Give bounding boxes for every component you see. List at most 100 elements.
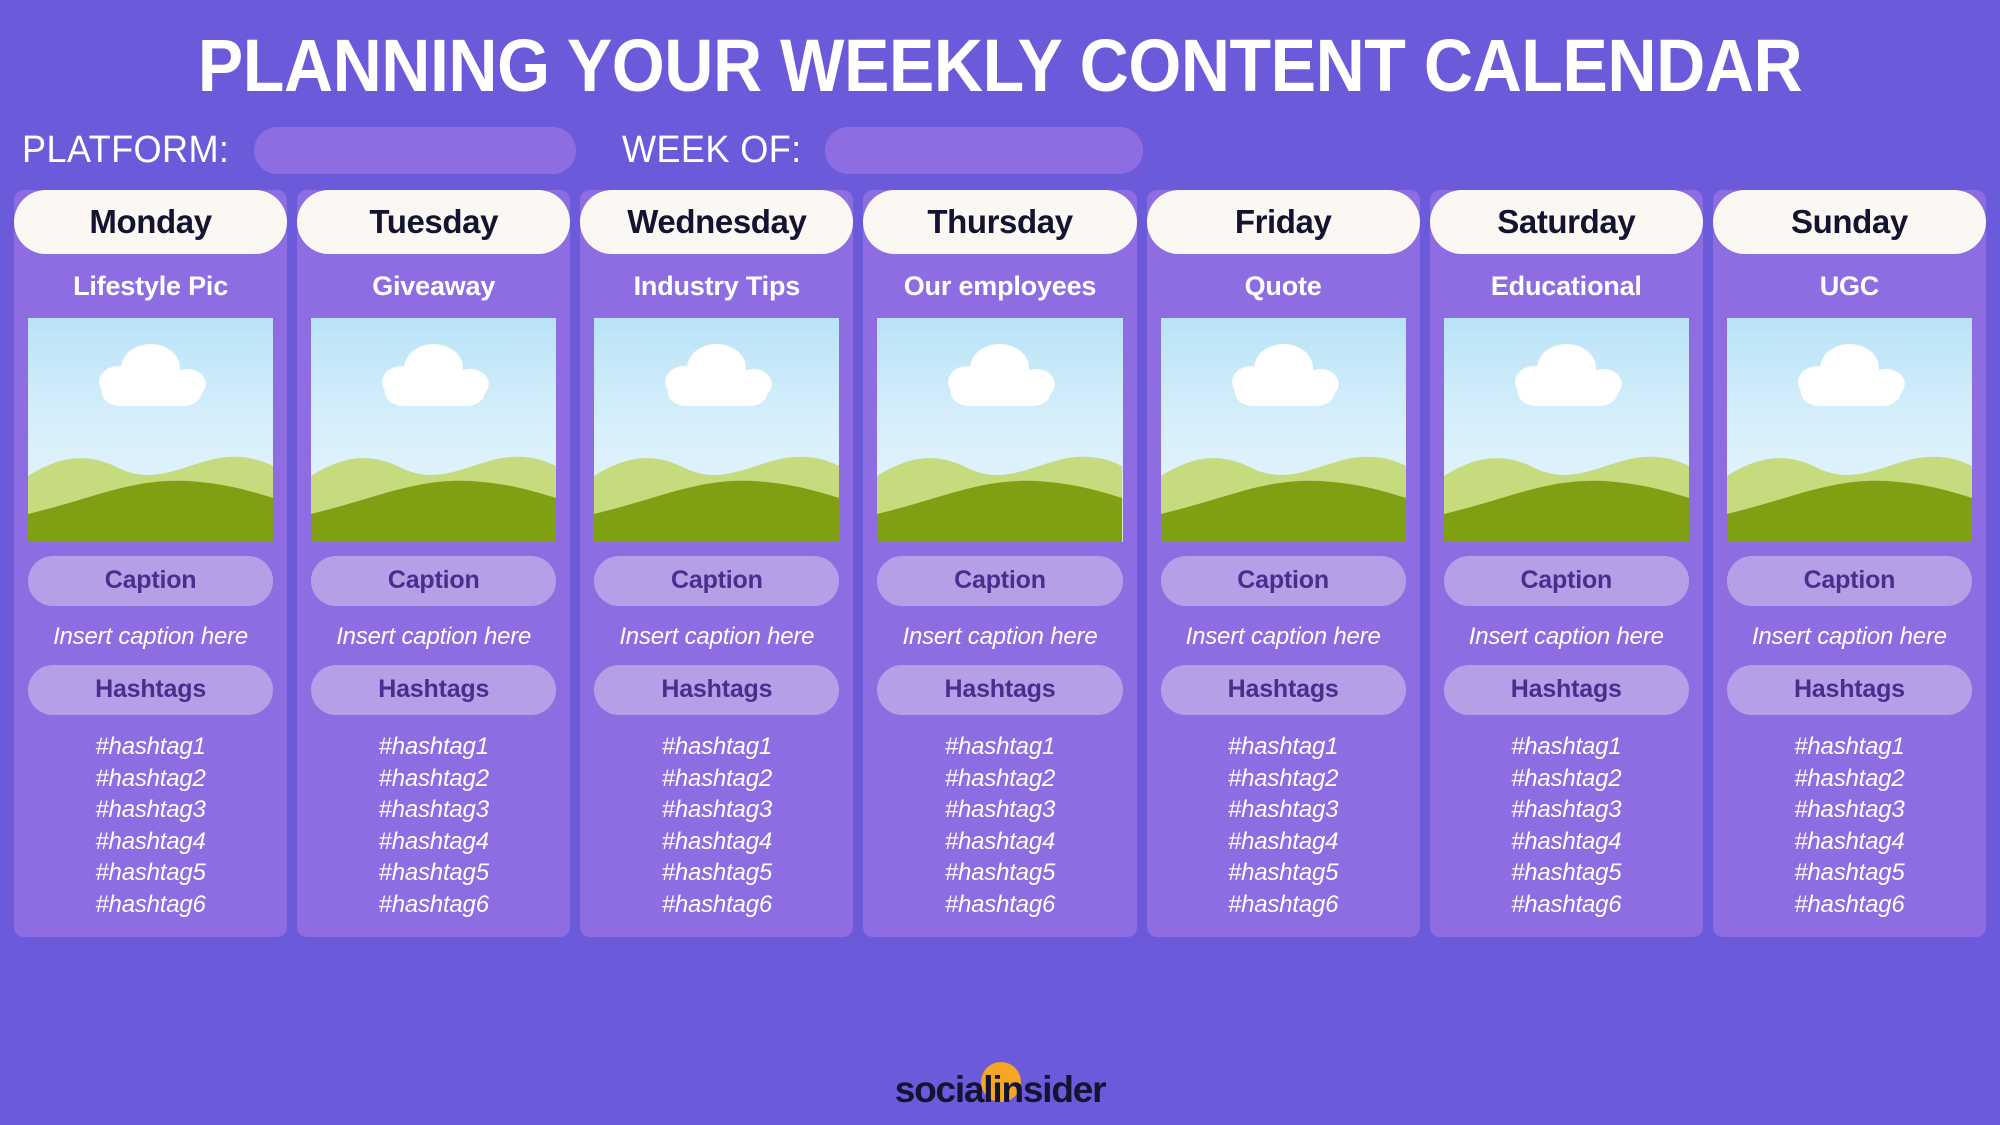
hashtag-item[interactable]: #hashtag2 — [662, 765, 773, 793]
hashtag-item[interactable]: #hashtag2 — [95, 765, 206, 793]
day-card: Sunday UGC Caption Insert caption here Hash… — [1712, 189, 1986, 937]
hashtag-item[interactable]: #hashtag6 — [379, 891, 490, 919]
hashtag-item[interactable]: #hashtag5 — [379, 859, 490, 887]
day-column-sunday: Sunday UGC Caption Insert caption here Hash… — [1712, 189, 1986, 937]
caption-input[interactable]: Insert caption here — [1752, 623, 1947, 651]
day-column-thursday: Thursday Our employees Caption Insert capt… — [863, 189, 1137, 937]
hashtag-item[interactable]: #hashtag5 — [945, 859, 1056, 887]
platform-input[interactable] — [254, 126, 577, 174]
hashtag-item[interactable]: #hashtag1 — [1794, 733, 1905, 761]
caption-pill[interactable]: Caption — [1443, 555, 1689, 606]
caption-input[interactable]: Insert caption here — [1186, 623, 1381, 651]
caption-pill[interactable]: Caption — [877, 555, 1123, 606]
content-type-label[interactable]: Industry Tips — [634, 271, 801, 302]
hashtag-item[interactable]: #hashtag3 — [1794, 796, 1905, 824]
hashtag-item[interactable]: #hashtag2 — [1511, 765, 1622, 793]
content-type-label[interactable]: Giveaway — [372, 271, 495, 302]
hashtag-item[interactable]: #hashtag6 — [662, 891, 773, 919]
hashtag-item[interactable]: #hashtag3 — [95, 796, 206, 824]
hashtag-list: #hashtag1 #hashtag2 #hashtag3 #hashtag4 #has… — [1228, 733, 1339, 919]
content-type-label[interactable]: Educational — [1491, 271, 1642, 302]
content-type-label[interactable]: Lifestyle Pic — [73, 271, 228, 302]
hashtag-item[interactable]: #hashtag3 — [1228, 796, 1339, 824]
hashtag-item[interactable]: #hashtag2 — [1228, 765, 1339, 793]
hashtag-item[interactable]: #hashtag3 — [1511, 796, 1622, 824]
caption-input[interactable]: Insert caption here — [53, 623, 248, 651]
hashtag-item[interactable]: #hashtag6 — [1228, 891, 1339, 919]
hashtag-item[interactable]: #hashtag3 — [945, 796, 1056, 824]
hashtag-list: #hashtag1 #hashtag2 #hashtag3 #hashtag4 #has… — [945, 733, 1056, 919]
caption-pill[interactable]: Caption — [28, 555, 274, 606]
landscape-placeholder-image[interactable] — [1160, 317, 1406, 542]
day-column-saturday: Saturday Educational Caption Insert captio… — [1429, 189, 1703, 937]
landscape-placeholder-image[interactable] — [594, 317, 840, 542]
day-name-pill[interactable]: Tuesday — [297, 189, 571, 254]
hashtag-item[interactable]: #hashtag5 — [1511, 859, 1622, 887]
landscape-placeholder-image[interactable] — [1726, 317, 1972, 542]
weekly-calendar-grid: Monday Lifestyle Pic Caption Insert captio… — [0, 174, 2000, 1053]
hashtag-item[interactable]: #hashtag4 — [95, 828, 206, 856]
hashtag-item[interactable]: #hashtag2 — [945, 765, 1056, 793]
day-name-pill[interactable]: Saturday — [1429, 189, 1703, 254]
landscape-placeholder-image[interactable] — [877, 317, 1123, 542]
hashtags-pill[interactable]: Hashtags — [594, 664, 840, 715]
hashtag-item[interactable]: #hashtag6 — [1794, 891, 1905, 919]
day-name-pill[interactable]: Thursday — [863, 189, 1137, 254]
day-name-pill[interactable]: Sunday — [1712, 189, 1986, 254]
hashtags-pill[interactable]: Hashtags — [28, 664, 274, 715]
content-type-label[interactable]: Quote — [1245, 271, 1322, 302]
landscape-placeholder-image[interactable] — [311, 317, 557, 542]
hashtag-item[interactable]: #hashtag1 — [379, 733, 490, 761]
hashtag-item[interactable]: #hashtag5 — [662, 859, 773, 887]
hashtag-item[interactable]: #hashtag1 — [1228, 733, 1339, 761]
caption-pill[interactable]: Caption — [1160, 555, 1406, 606]
hashtag-list: #hashtag1 #hashtag2 #hashtag3 #hashtag4 #has… — [379, 733, 490, 919]
socialinsider-logo[interactable]: socialinsider — [895, 1062, 1107, 1112]
day-name-pill[interactable]: Friday — [1146, 189, 1420, 254]
hashtag-item[interactable]: #hashtag1 — [1511, 733, 1622, 761]
caption-input[interactable]: Insert caption here — [619, 623, 814, 651]
day-card: Wednesday Industry Tips Caption Insert cap… — [580, 189, 854, 937]
day-card: Tuesday Giveaway Caption Insert caption he… — [297, 189, 571, 937]
caption-input[interactable]: Insert caption here — [1469, 623, 1664, 651]
hashtags-pill[interactable]: Hashtags — [877, 664, 1123, 715]
hashtags-pill[interactable]: Hashtags — [1726, 664, 1972, 715]
caption-pill[interactable]: Caption — [594, 555, 840, 606]
landscape-placeholder-image[interactable] — [28, 317, 274, 542]
day-name-pill[interactable]: Monday — [14, 189, 288, 254]
hashtags-pill[interactable]: Hashtags — [311, 664, 557, 715]
hashtag-item[interactable]: #hashtag5 — [95, 859, 206, 887]
day-name-pill[interactable]: Wednesday — [580, 189, 854, 254]
hashtag-item[interactable]: #hashtag3 — [379, 796, 490, 824]
caption-input[interactable]: Insert caption here — [902, 623, 1097, 651]
platform-label: PLATFORM: — [22, 128, 230, 171]
hashtag-item[interactable]: #hashtag1 — [662, 733, 773, 761]
hashtag-item[interactable]: #hashtag4 — [945, 828, 1056, 856]
day-column-wednesday: Wednesday Industry Tips Caption Insert cap… — [580, 189, 854, 937]
content-type-label[interactable]: UGC — [1820, 271, 1880, 302]
hashtag-item[interactable]: #hashtag5 — [1228, 859, 1339, 887]
hashtag-item[interactable]: #hashtag3 — [662, 796, 773, 824]
content-type-label[interactable]: Our employees — [904, 271, 1097, 302]
hashtag-item[interactable]: #hashtag1 — [95, 733, 206, 761]
landscape-placeholder-image[interactable] — [1443, 317, 1689, 542]
caption-pill[interactable]: Caption — [311, 555, 557, 606]
week-of-input[interactable] — [825, 126, 1144, 174]
hashtag-item[interactable]: #hashtag4 — [379, 828, 490, 856]
hashtag-item[interactable]: #hashtag2 — [1794, 765, 1905, 793]
caption-input[interactable]: Insert caption here — [336, 623, 531, 651]
hashtag-item[interactable]: #hashtag6 — [1511, 891, 1622, 919]
hashtag-item[interactable]: #hashtag4 — [1228, 828, 1339, 856]
page-header: PLANNING YOUR WEEKLY CONTENT CALENDAR PL… — [0, 0, 2000, 174]
hashtag-item[interactable]: #hashtag6 — [95, 891, 206, 919]
hashtag-item[interactable]: #hashtag2 — [379, 765, 490, 793]
hashtag-item[interactable]: #hashtag1 — [945, 733, 1056, 761]
hashtag-item[interactable]: #hashtag4 — [662, 828, 773, 856]
hashtags-pill[interactable]: Hashtags — [1160, 664, 1406, 715]
hashtags-pill[interactable]: Hashtags — [1443, 664, 1689, 715]
hashtag-item[interactable]: #hashtag4 — [1511, 828, 1622, 856]
caption-pill[interactable]: Caption — [1726, 555, 1972, 606]
hashtag-item[interactable]: #hashtag5 — [1794, 859, 1905, 887]
hashtag-item[interactable]: #hashtag6 — [945, 891, 1056, 919]
hashtag-item[interactable]: #hashtag4 — [1794, 828, 1905, 856]
